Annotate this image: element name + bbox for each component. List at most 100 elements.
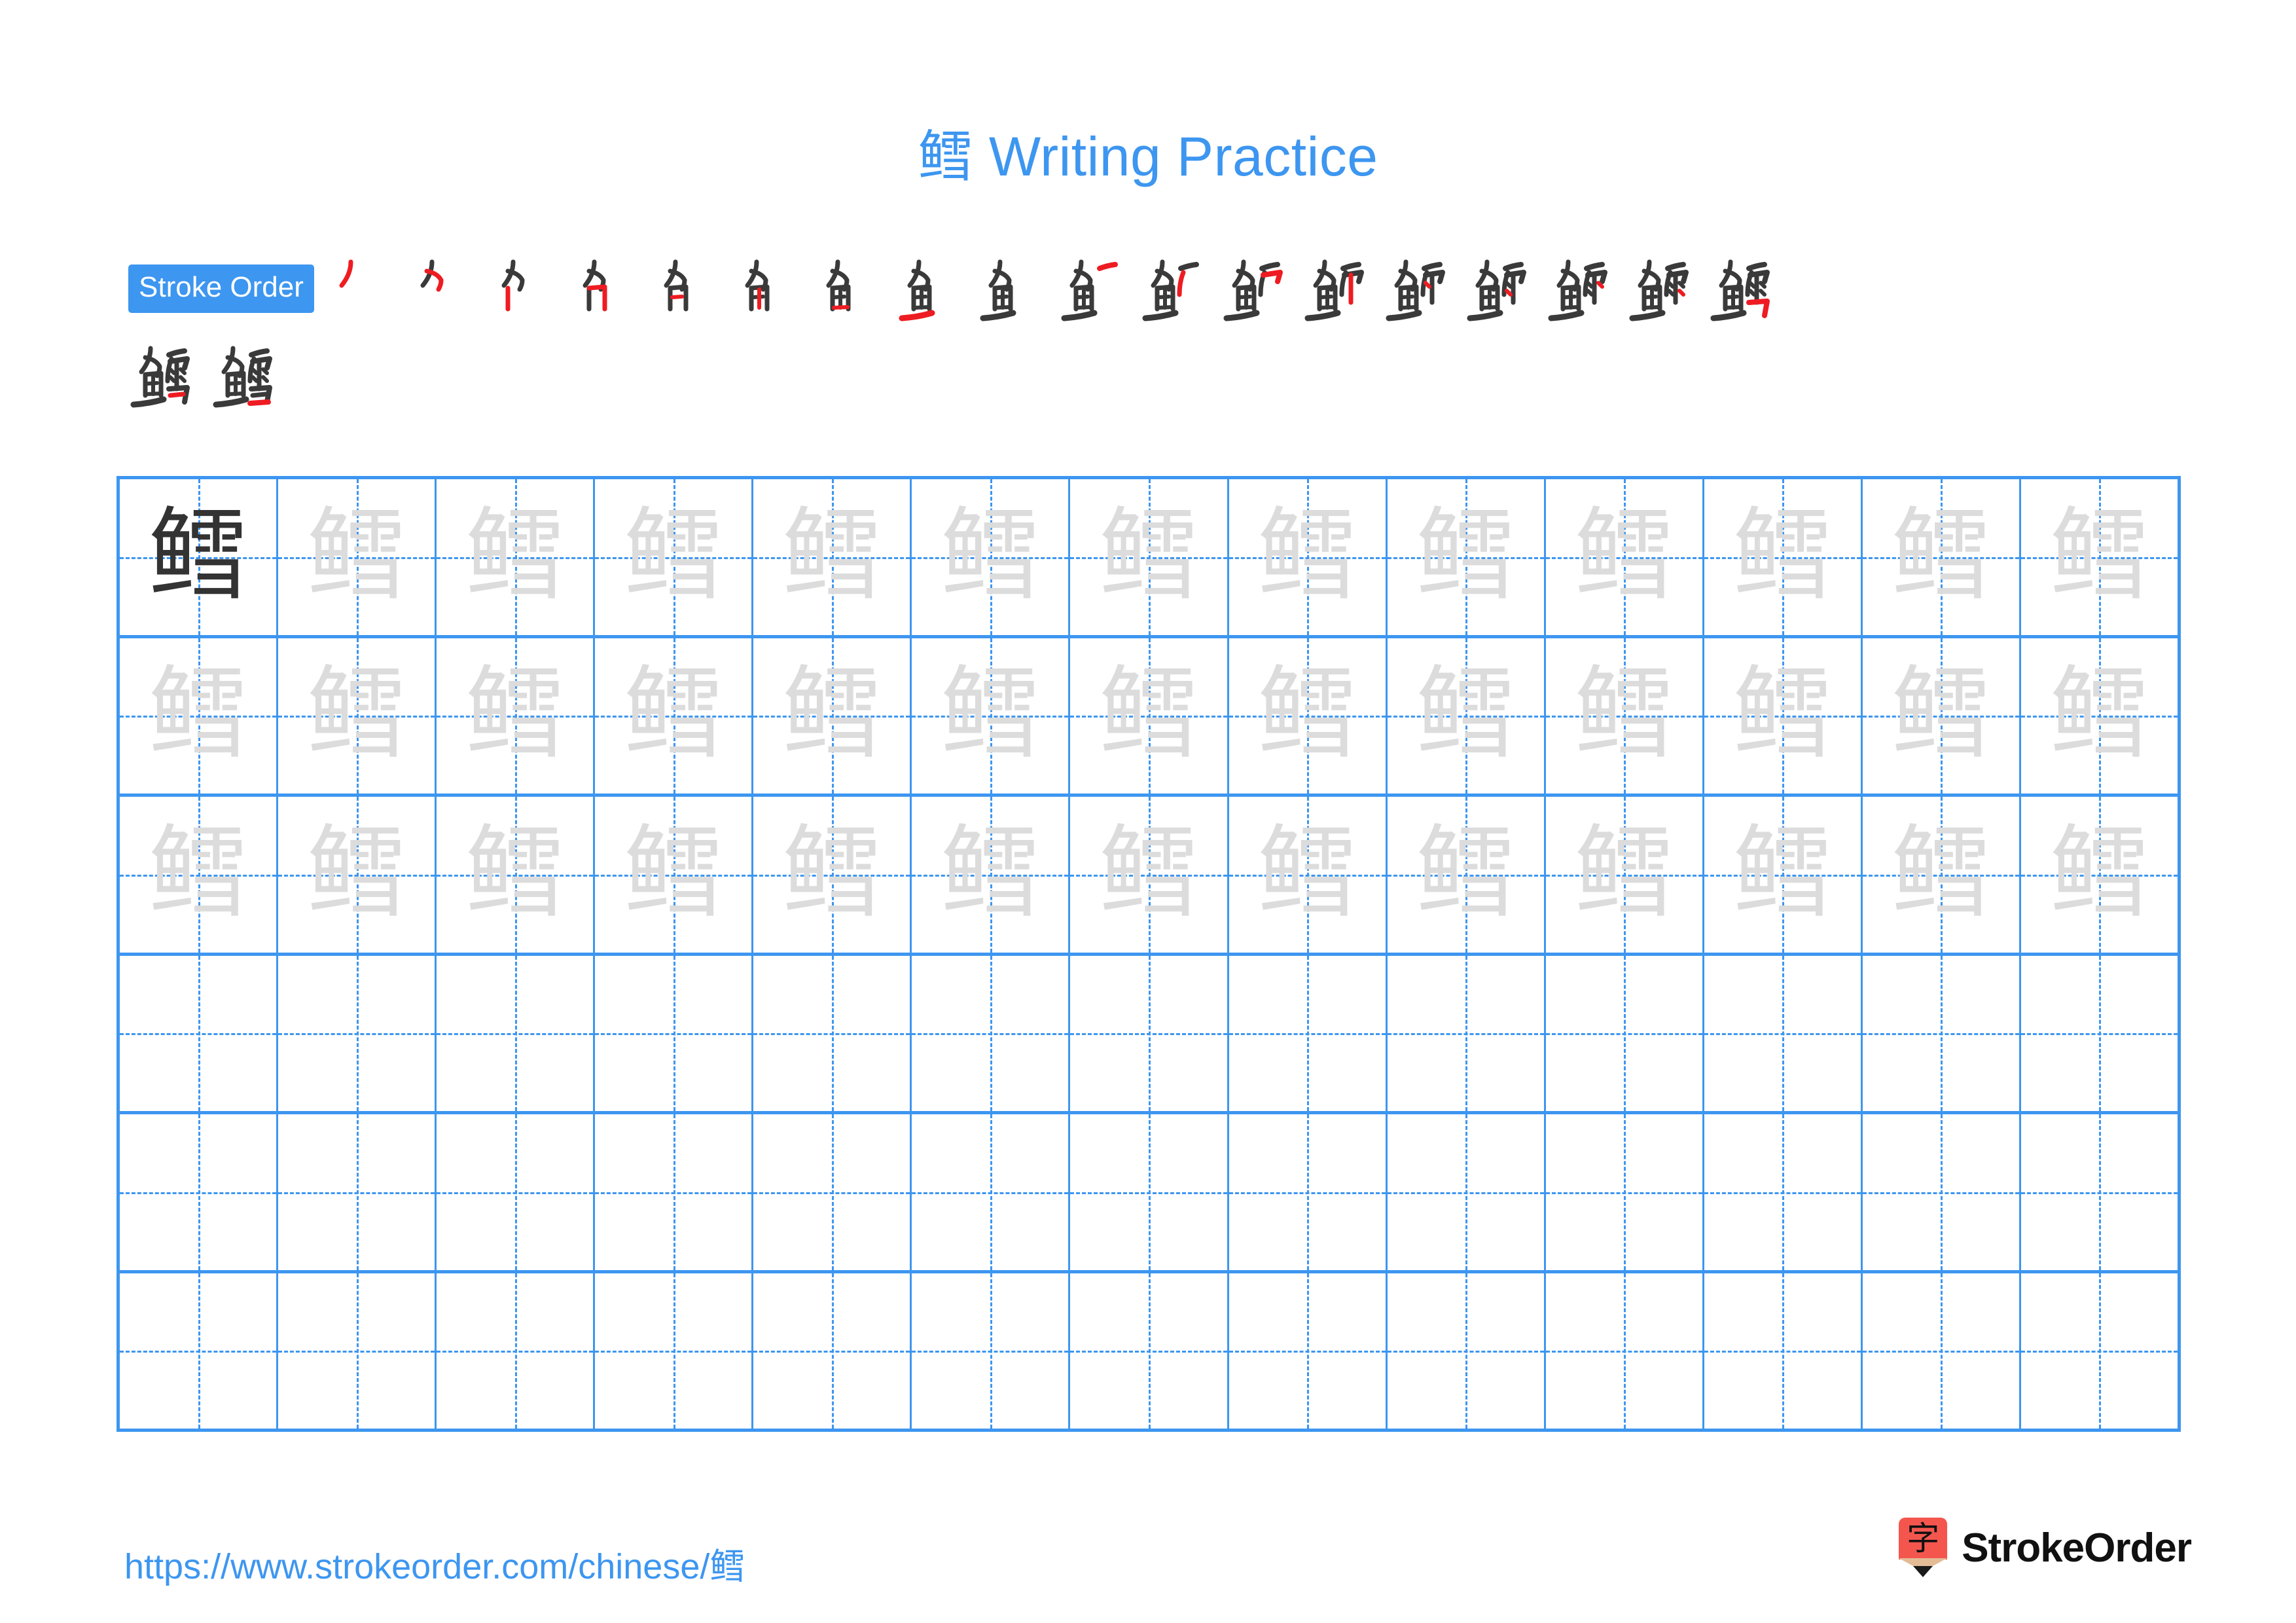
grid-cell-empty[interactable] [595, 955, 754, 1111]
grid-cell[interactable]: 鳕 [437, 479, 596, 635]
ghost-character: 鳕 [1891, 496, 1991, 613]
ghost-character: 鳕 [465, 496, 565, 613]
grid-cell[interactable]: 鳕 [595, 479, 754, 635]
ghost-character: 鳕 [1416, 814, 1516, 930]
grid-cell-empty[interactable] [1545, 955, 1704, 1111]
grid-cell-empty[interactable] [1070, 955, 1229, 1111]
ghost-character: 鳕 [1257, 496, 1357, 613]
grid-cell[interactable]: 鳕 [912, 638, 1071, 793]
grid-cell[interactable]: 鳕 [595, 638, 754, 793]
grid-cell-empty[interactable] [1704, 1114, 1863, 1270]
grid-cell-empty[interactable] [1070, 1114, 1229, 1270]
grid-cell[interactable]: 鳕 [1545, 638, 1704, 793]
footer-url-link[interactable]: https://www.strokeorder.com/chinese/鳕 [124, 1537, 745, 1589]
grid-cell-empty[interactable] [1704, 1273, 1863, 1429]
grid-cell-empty[interactable] [1229, 1114, 1388, 1270]
grid-cell[interactable]: 鳕 [2020, 797, 2181, 953]
grid-cell[interactable]: 鳕 [437, 797, 596, 953]
grid-cell[interactable]: 鳕 [1387, 638, 1546, 793]
stroke-step-19 [128, 339, 191, 411]
grid-cell[interactable]: 鳕 [753, 797, 912, 953]
grid-cell-empty[interactable] [120, 1273, 279, 1429]
grid-cell[interactable]: 鳕 [1545, 479, 1704, 635]
grid-cell[interactable]: 鳕 [1387, 797, 1546, 953]
grid-cell[interactable]: 鳕 [278, 479, 437, 635]
grid-cell-empty[interactable] [595, 1273, 754, 1429]
stroke-step-5 [653, 253, 716, 325]
grid-cell[interactable]: 鳕 [1704, 797, 1863, 953]
grid-cell-empty[interactable] [120, 955, 279, 1111]
grid-cell[interactable]: 鳕 [1704, 638, 1863, 793]
grid-cell-empty[interactable] [1862, 1114, 2021, 1270]
grid-cell-empty[interactable] [912, 1114, 1071, 1270]
grid-cell-empty[interactable] [437, 955, 596, 1111]
ghost-character: 鳕 [623, 655, 723, 772]
grid-cell[interactable]: 鳕 [912, 797, 1071, 953]
grid-cell[interactable]: 鳕 [2020, 479, 2181, 635]
grid-cell-empty[interactable] [1387, 955, 1546, 1111]
ghost-character: 鳕 [940, 814, 1040, 930]
grid-cell[interactable]: 鳕 [1862, 479, 2021, 635]
ghost-character: 鳕 [940, 655, 1040, 772]
ghost-character: 鳕 [781, 814, 882, 930]
ghost-character: 鳕 [1416, 496, 1516, 613]
grid-cell[interactable]: 鳕 [1704, 479, 1863, 635]
grid-cell-empty[interactable] [437, 1273, 596, 1429]
grid-cell-empty[interactable] [120, 1114, 279, 1270]
grid-cell-empty[interactable] [753, 1273, 912, 1429]
grid-cell-empty[interactable] [1387, 1114, 1546, 1270]
grid-cell-empty[interactable] [595, 1114, 754, 1270]
grid-cell[interactable]: 鳕 [753, 638, 912, 793]
grid-cell[interactable]: 鳕 [120, 797, 279, 953]
grid-cell-empty[interactable] [1545, 1273, 1704, 1429]
grid-cell-empty[interactable] [753, 955, 912, 1111]
grid-cell[interactable]: 鳕 [437, 638, 596, 793]
grid-cell[interactable]: 鳕 [1229, 638, 1388, 793]
grid-cell[interactable]: 鳕 [1545, 797, 1704, 953]
grid-cell-model[interactable]: 鳕 [120, 479, 279, 635]
stroke-step-4 [572, 253, 635, 325]
grid-cell-empty[interactable] [2020, 1114, 2181, 1270]
ghost-character: 鳕 [623, 496, 723, 613]
grid-cell[interactable]: 鳕 [753, 479, 912, 635]
grid-cell[interactable]: 鳕 [2020, 638, 2181, 793]
grid-cell[interactable]: 鳕 [1229, 797, 1388, 953]
ghost-character: 鳕 [148, 814, 248, 930]
grid-cell-empty[interactable] [2020, 955, 2181, 1111]
brand-logo[interactable]: 字 StrokeOrder [1899, 1518, 2192, 1578]
grid-cell[interactable]: 鳕 [1070, 797, 1229, 953]
grid-cell-empty[interactable] [912, 955, 1071, 1111]
grid-cell-empty[interactable] [1229, 955, 1388, 1111]
grid-cell[interactable]: 鳕 [120, 638, 279, 793]
grid-cell[interactable]: 鳕 [278, 638, 437, 793]
ghost-character: 鳕 [781, 655, 882, 772]
grid-cell-empty[interactable] [753, 1114, 912, 1270]
stroke-step-20 [211, 339, 274, 411]
grid-cell[interactable]: 鳕 [595, 797, 754, 953]
grid-cell-empty[interactable] [912, 1273, 1071, 1429]
grid-cell[interactable]: 鳕 [1070, 479, 1229, 635]
grid-cell-empty[interactable] [1862, 955, 2021, 1111]
grid-cell-empty[interactable] [1545, 1114, 1704, 1270]
ghost-character: 鳕 [1891, 655, 1991, 772]
grid-cell-empty[interactable] [278, 955, 437, 1111]
grid-cell[interactable]: 鳕 [1229, 479, 1388, 635]
grid-cell-empty[interactable] [437, 1114, 596, 1270]
grid-cell-empty[interactable] [1229, 1273, 1388, 1429]
grid-cell[interactable]: 鳕 [1862, 638, 2021, 793]
grid-cell-empty[interactable] [278, 1114, 437, 1270]
grid-cell-empty[interactable] [1070, 1273, 1229, 1429]
ghost-character: 鳕 [306, 655, 406, 772]
stroke-step-6 [734, 253, 797, 325]
grid-cell-empty[interactable] [1704, 955, 1863, 1111]
ghost-character: 鳕 [1574, 655, 1674, 772]
grid-cell-empty[interactable] [1387, 1273, 1546, 1429]
grid-cell-empty[interactable] [1862, 1273, 2021, 1429]
grid-cell[interactable]: 鳕 [1387, 479, 1546, 635]
grid-cell[interactable]: 鳕 [1862, 797, 2021, 953]
grid-cell-empty[interactable] [2020, 1273, 2181, 1429]
grid-cell[interactable]: 鳕 [278, 797, 437, 953]
grid-cell-empty[interactable] [278, 1273, 437, 1429]
grid-cell[interactable]: 鳕 [912, 479, 1071, 635]
grid-cell[interactable]: 鳕 [1070, 638, 1229, 793]
